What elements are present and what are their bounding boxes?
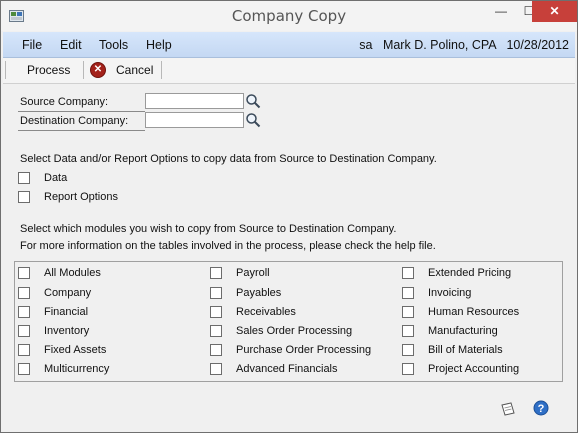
- module-label: Payables: [236, 287, 282, 299]
- cancel-x-icon: ✕: [90, 62, 106, 78]
- module-label: Payroll: [236, 267, 270, 279]
- module-label: Advanced Financials: [236, 363, 338, 375]
- company-copy-window: Company Copy — ☐ ✕ File Edit Tools Help …: [0, 0, 578, 433]
- modules-group: All Modules Company Financial Inventory …: [14, 261, 563, 382]
- module-checkbox-invoicing[interactable]: [402, 287, 414, 299]
- options-instruction: Select Data and/or Report Options to cop…: [20, 153, 437, 165]
- module-label: Receivables: [236, 306, 296, 318]
- source-company-input[interactable]: [145, 93, 244, 109]
- process-button[interactable]: Process: [27, 58, 70, 82]
- destination-lookup-magnifier-icon[interactable]: [245, 112, 261, 128]
- toolbar-separator: [161, 61, 162, 79]
- data-checkbox[interactable]: [18, 172, 30, 184]
- module-checkbox-payables[interactable]: [210, 287, 222, 299]
- help-icon[interactable]: ?: [533, 400, 549, 416]
- module-label: Company: [44, 287, 92, 299]
- minimize-button[interactable]: —: [487, 1, 515, 22]
- module-label: Bill of Materials: [428, 344, 503, 356]
- module-checkbox-extended-pricing[interactable]: [402, 267, 414, 279]
- close-button[interactable]: ✕: [532, 1, 577, 22]
- source-lookup-magnifier-icon[interactable]: [245, 93, 261, 109]
- module-label: Inventory: [44, 325, 90, 337]
- module-label: Purchase Order Processing: [236, 344, 372, 356]
- menu-help[interactable]: Help: [146, 38, 172, 52]
- destination-company-label: Destination Company:: [20, 115, 129, 127]
- module-checkbox-all-modules[interactable]: [18, 267, 30, 279]
- module-label: Sales Order Processing: [236, 325, 353, 337]
- module-checkbox-bill-of-materials[interactable]: [402, 344, 414, 356]
- report-options-checkbox[interactable]: [18, 191, 30, 203]
- menu-bar: File Edit Tools Help sa Mark D. Polino, …: [3, 32, 575, 58]
- module-checkbox-sales-order-processing[interactable]: [210, 325, 222, 337]
- module-checkbox-receivables[interactable]: [210, 306, 222, 318]
- user-info: sa Mark D. Polino, CPA 10/28/2012: [355, 38, 569, 52]
- user-date: 10/28/2012: [506, 38, 569, 52]
- module-label: Manufacturing: [428, 325, 498, 337]
- module-checkbox-human-resources[interactable]: [402, 306, 414, 318]
- module-checkbox-financial[interactable]: [18, 306, 30, 318]
- module-checkbox-manufacturing[interactable]: [402, 325, 414, 337]
- module-checkbox-purchase-order-processing[interactable]: [210, 344, 222, 356]
- menu-tools[interactable]: Tools: [99, 38, 128, 52]
- toolbar: Process ✕ Cancel: [3, 58, 575, 84]
- toolbar-separator: [5, 61, 6, 79]
- modules-instruction-1: Select which modules you wish to copy fr…: [20, 223, 397, 235]
- module-checkbox-fixed-assets[interactable]: [18, 344, 30, 356]
- user-name: Mark D. Polino, CPA: [382, 38, 496, 52]
- module-checkbox-multicurrency[interactable]: [18, 363, 30, 375]
- module-checkbox-payroll[interactable]: [210, 267, 222, 279]
- module-checkbox-advanced-financials[interactable]: [210, 363, 222, 375]
- data-label: Data: [44, 172, 68, 184]
- source-label-underline: [18, 111, 145, 112]
- modules-instruction-2: For more information on the tables invol…: [20, 240, 436, 252]
- module-label: Multicurrency: [44, 363, 110, 375]
- cancel-label: Cancel: [116, 63, 154, 77]
- module-label: All Modules: [44, 267, 101, 279]
- module-label: Extended Pricing: [428, 267, 512, 279]
- cancel-button[interactable]: ✕ Cancel: [90, 58, 160, 82]
- toolbar-separator: [83, 61, 84, 79]
- title-bar[interactable]: Company Copy — ☐ ✕: [1, 1, 577, 31]
- report-options-label: Report Options: [44, 191, 118, 203]
- module-checkbox-company[interactable]: [18, 287, 30, 299]
- module-label: Fixed Assets: [44, 344, 107, 356]
- source-company-label: Source Company:: [20, 96, 109, 108]
- module-label: Project Accounting: [428, 363, 520, 375]
- module-label: Invoicing: [428, 287, 472, 299]
- module-label: Financial: [44, 306, 89, 318]
- svg-text:?: ?: [538, 403, 545, 415]
- module-checkbox-inventory[interactable]: [18, 325, 30, 337]
- destination-company-input[interactable]: [145, 112, 244, 128]
- module-checkbox-project-accounting[interactable]: [402, 363, 414, 375]
- destination-label-underline: [18, 130, 145, 131]
- menu-file[interactable]: File: [22, 38, 42, 52]
- note-icon[interactable]: [500, 401, 516, 417]
- menu-edit[interactable]: Edit: [60, 38, 82, 52]
- module-label: Human Resources: [428, 306, 520, 318]
- user-id: sa: [359, 38, 373, 52]
